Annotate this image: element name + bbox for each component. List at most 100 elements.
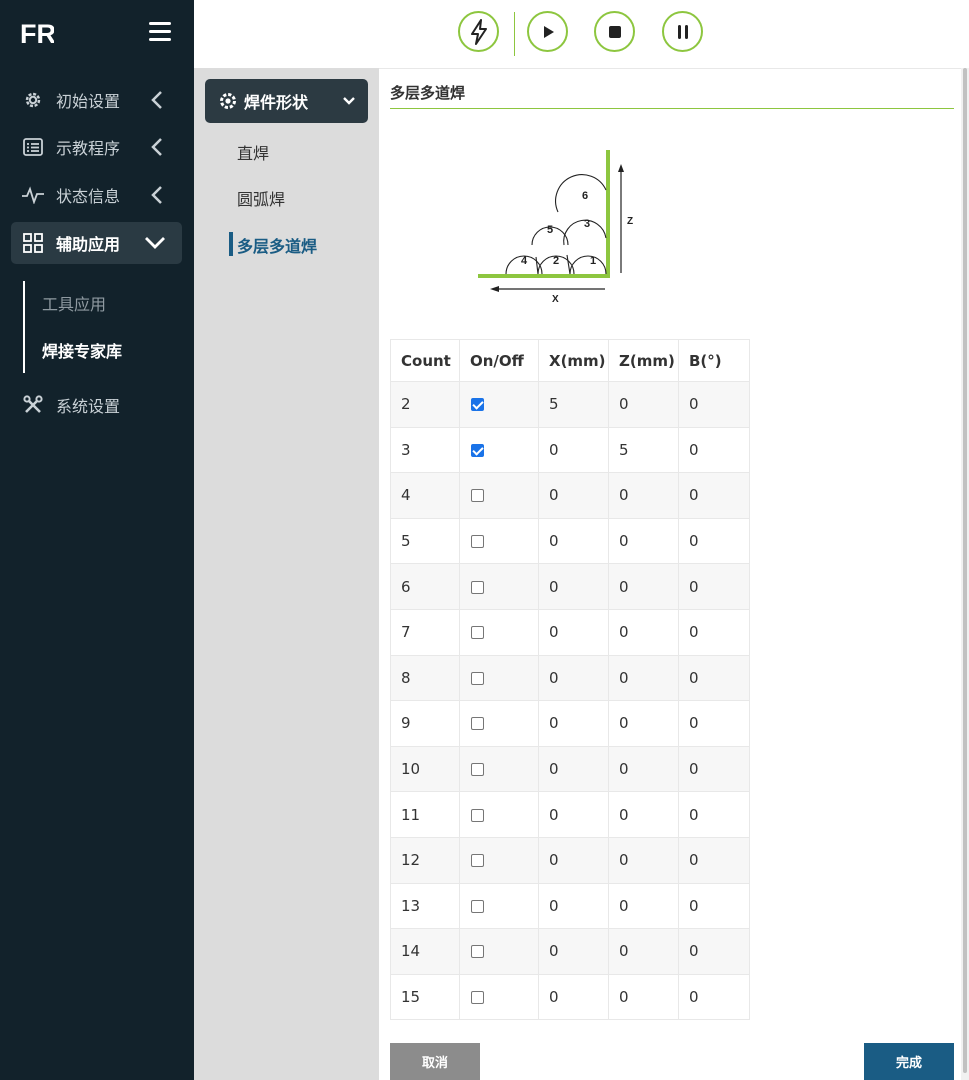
cell-b[interactable]: 0 xyxy=(678,836,750,884)
cell-b[interactable]: 0 xyxy=(678,517,750,565)
pass-enable-checkbox[interactable] xyxy=(471,398,484,412)
cell-z[interactable]: 0 xyxy=(608,791,679,838)
sidebar-item-status-info[interactable]: 状态信息 xyxy=(11,174,182,216)
cell-x[interactable]: 0 xyxy=(538,608,609,656)
play-button[interactable] xyxy=(527,11,568,52)
cell-b[interactable]: 0 xyxy=(678,608,750,656)
sidebar-item-teach-program[interactable]: 示教程序 xyxy=(11,126,182,168)
cell-z[interactable]: 0 xyxy=(608,517,679,565)
pass-enable-checkbox[interactable] xyxy=(471,899,484,913)
sidebar-item-label: 初始设置 xyxy=(56,92,121,111)
cell-b[interactable]: 0 xyxy=(678,745,750,793)
weld-type-arc[interactable]: 圆弧焊 xyxy=(237,186,285,210)
cell-onoff xyxy=(459,700,539,747)
cell-b[interactable]: 0 xyxy=(678,472,750,519)
pause-button[interactable] xyxy=(662,11,703,52)
cancel-button[interactable]: 取消 xyxy=(390,1043,480,1080)
sidebar-subitem-welding-expert[interactable]: 焊接专家库 xyxy=(42,338,122,362)
cell-z[interactable]: 0 xyxy=(608,973,679,1021)
pass-enable-checkbox[interactable] xyxy=(471,808,484,822)
table-row: 4000 xyxy=(390,472,750,519)
cell-x[interactable]: 5 xyxy=(538,381,609,428)
cell-b[interactable]: 0 xyxy=(678,928,750,975)
cell-onoff xyxy=(459,608,539,656)
svg-text:FR: FR xyxy=(20,19,54,48)
sidebar: FR 初始设置 示教程序 状态信息 辅助应用 工具应用 焊接专家库 系统设置 xyxy=(0,0,194,1080)
toolbar-separator xyxy=(514,12,515,56)
scrollbar-thumb[interactable] xyxy=(963,68,967,1073)
cell-b[interactable]: 0 xyxy=(678,426,750,474)
chevron-down-icon xyxy=(145,237,165,249)
pass-enable-checkbox[interactable] xyxy=(471,443,484,457)
pass-enable-checkbox[interactable] xyxy=(471,580,484,594)
cell-b[interactable]: 0 xyxy=(678,381,750,428)
cell-b[interactable]: 0 xyxy=(678,700,750,747)
cell-count: 3 xyxy=(390,426,460,474)
menu-toggle-icon[interactable] xyxy=(149,22,171,44)
table-row: 10 0 0 0 xyxy=(390,745,750,793)
pass-enable-checkbox[interactable] xyxy=(471,945,484,959)
cell-onoff xyxy=(459,973,539,1021)
cell-count: 14 xyxy=(390,928,460,975)
cell-x[interactable]: 0 xyxy=(538,472,609,519)
cell-count: 8 xyxy=(390,654,460,702)
weld-type-straight[interactable]: 直焊 xyxy=(237,140,269,164)
sidebar-item-label: 辅助应用 xyxy=(56,235,121,254)
svg-text:1: 1 xyxy=(590,255,596,267)
cell-b[interactable]: 0 xyxy=(678,563,750,610)
pass-enable-checkbox[interactable] xyxy=(471,626,484,640)
cell-x[interactable]: 0 xyxy=(538,791,609,838)
cell-z[interactable]: 0 xyxy=(608,745,679,793)
pass-enable-checkbox[interactable] xyxy=(471,854,484,868)
cell-z[interactable]: 0 xyxy=(608,472,679,519)
table-row: 5000 xyxy=(390,517,750,565)
cell-x[interactable]: 0 xyxy=(538,654,609,702)
col-b: B(°) xyxy=(678,339,750,382)
cell-x[interactable]: 0 xyxy=(538,426,609,474)
stop-button[interactable] xyxy=(594,11,635,52)
pass-enable-checkbox[interactable] xyxy=(471,535,484,549)
cell-z[interactable]: 0 xyxy=(608,700,679,747)
sidebar-item-system-settings[interactable]: 系统设置 xyxy=(11,384,182,426)
cell-b[interactable]: 0 xyxy=(678,882,750,930)
pass-enable-checkbox[interactable] xyxy=(471,763,484,777)
cell-b[interactable]: 0 xyxy=(678,654,750,702)
cell-x[interactable]: 0 xyxy=(538,517,609,565)
cell-x[interactable]: 0 xyxy=(538,745,609,793)
cell-x[interactable]: 0 xyxy=(538,882,609,930)
gear-icon xyxy=(22,89,44,111)
weld-pass-table: Count On/Off X(mm) Z(mm) B(°) 2500305040… xyxy=(390,339,750,1021)
cell-x[interactable]: 0 xyxy=(538,836,609,884)
cell-onoff xyxy=(459,791,539,838)
cell-x[interactable]: 0 xyxy=(538,928,609,975)
pass-enable-checkbox[interactable] xyxy=(471,991,484,1005)
cell-b[interactable]: 0 xyxy=(678,973,750,1021)
enable-button[interactable] xyxy=(458,11,499,52)
cell-z[interactable]: 0 xyxy=(608,928,679,975)
weld-type-multilayer[interactable]: 多层多道焊 xyxy=(237,233,317,257)
fr-logo: FR xyxy=(20,19,54,48)
pass-enable-checkbox[interactable] xyxy=(471,489,484,503)
cell-z[interactable]: 0 xyxy=(608,608,679,656)
cell-x[interactable]: 0 xyxy=(538,700,609,747)
cell-x[interactable]: 0 xyxy=(538,973,609,1021)
sidebar-subitem-tool-app[interactable]: 工具应用 xyxy=(42,291,106,315)
cell-z[interactable]: 5 xyxy=(608,426,679,474)
cell-b[interactable]: 0 xyxy=(678,791,750,838)
done-button[interactable]: 完成 xyxy=(864,1043,954,1080)
sidebar-item-initial-settings[interactable]: 初始设置 xyxy=(11,79,182,121)
cell-z[interactable]: 0 xyxy=(608,882,679,930)
sidebar-item-aux-apps[interactable]: 辅助应用 xyxy=(11,222,182,264)
cell-z[interactable]: 0 xyxy=(608,381,679,428)
weld-shape-dropdown[interactable]: 焊件形状 xyxy=(205,79,368,123)
cell-z[interactable]: 0 xyxy=(608,836,679,884)
col-x: X(mm) xyxy=(538,339,609,382)
cell-z[interactable]: 0 xyxy=(608,563,679,610)
pass-enable-checkbox[interactable] xyxy=(471,717,484,731)
table-row: 7000 xyxy=(390,608,750,656)
pass-enable-checkbox[interactable] xyxy=(471,671,484,685)
cell-x[interactable]: 0 xyxy=(538,563,609,610)
top-toolbar xyxy=(194,0,969,69)
cell-count: 9 xyxy=(390,700,460,747)
cell-z[interactable]: 0 xyxy=(608,654,679,702)
